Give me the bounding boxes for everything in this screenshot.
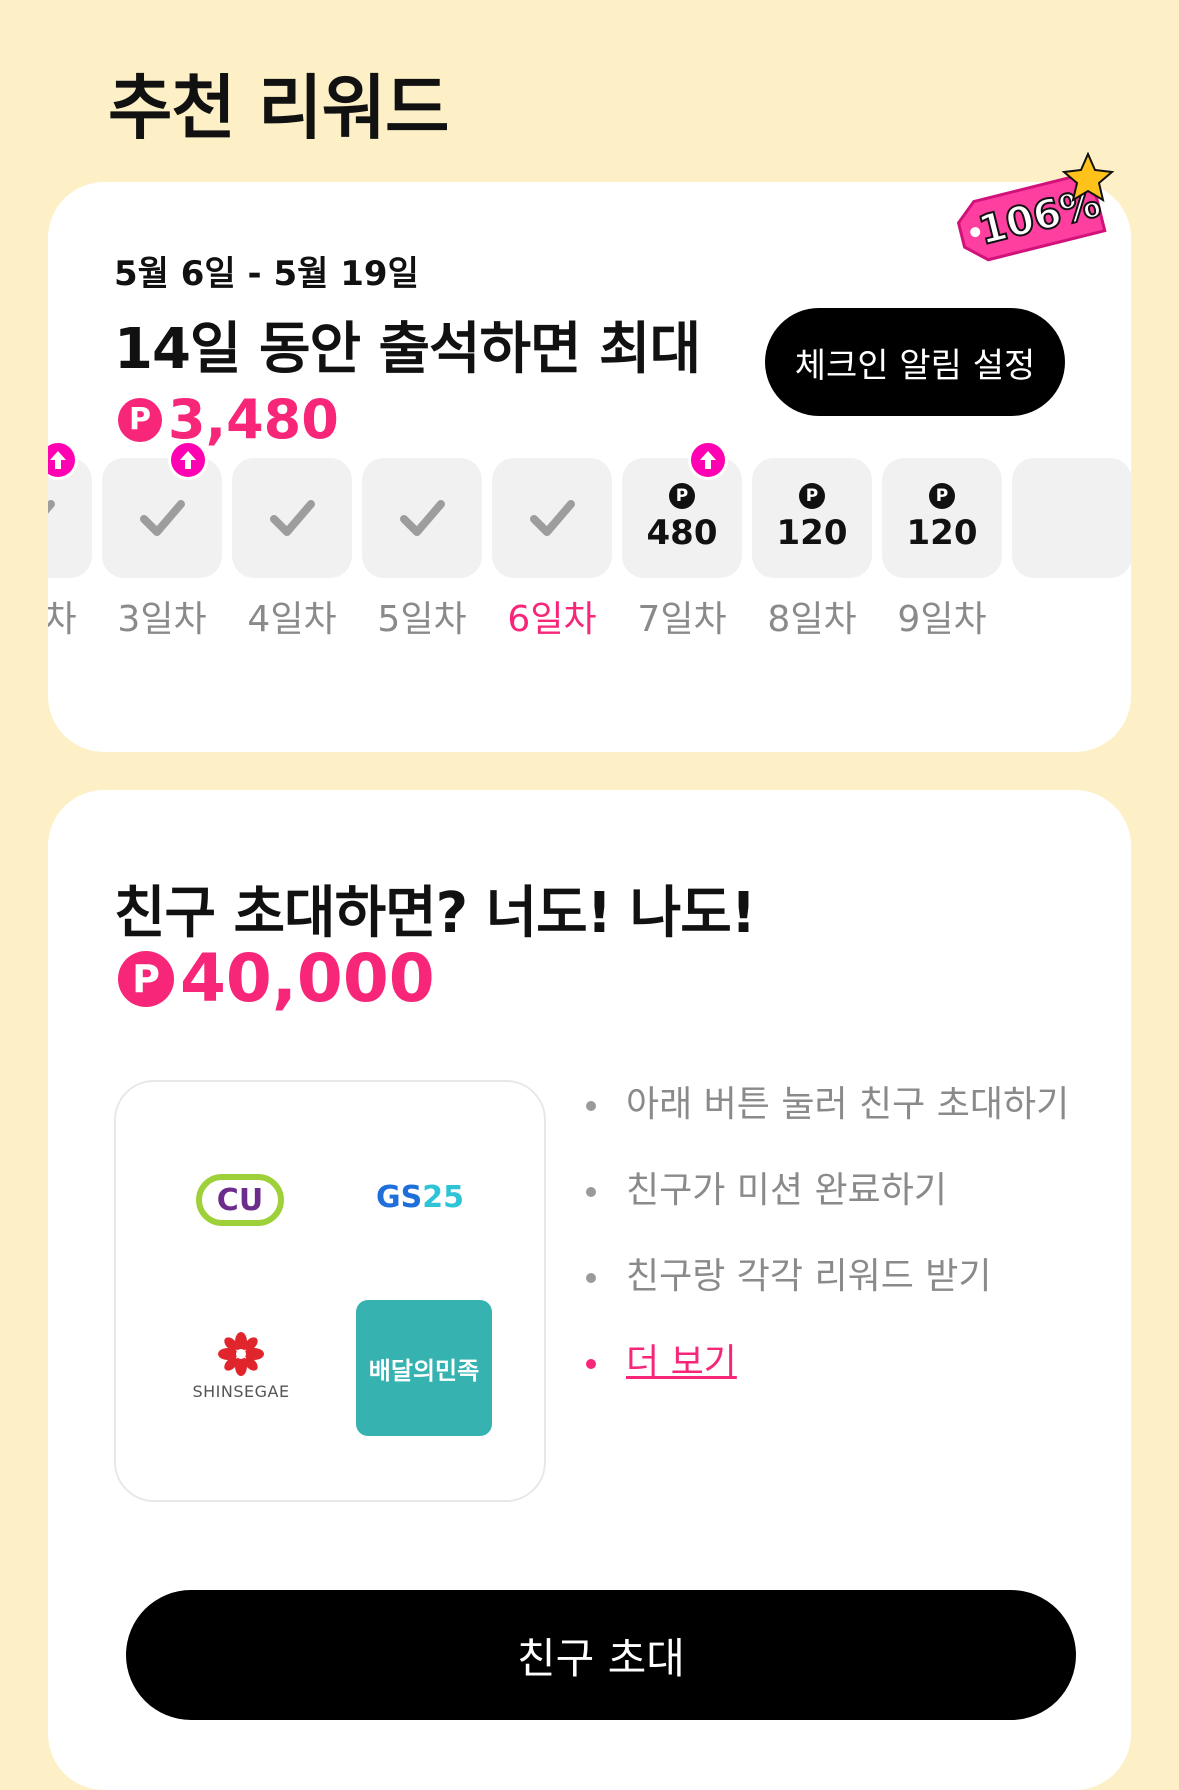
invite-amount: P 40,000 xyxy=(118,940,435,1017)
checkin-day-label: 8일차 xyxy=(767,599,857,640)
shinsegae-logo: SHINSEGAE xyxy=(186,1332,296,1401)
day-reward-amount: 480 xyxy=(646,513,718,553)
checkin-day: 6일차 xyxy=(492,458,612,640)
invite-steps: 아래 버튼 눌러 친구 초대하기 친구가 미션 완료하기 친구랑 각각 리워드 … xyxy=(568,1080,1088,1424)
point-icon: P xyxy=(669,483,695,509)
point-icon: P xyxy=(118,950,174,1007)
checkin-day-partial xyxy=(1012,458,1131,638)
checkmark-icon xyxy=(140,500,185,536)
boost-arrow-icon xyxy=(168,440,208,480)
invite-step: 친구가 미션 완료하기 xyxy=(568,1166,1088,1216)
checkmark-icon xyxy=(400,500,445,536)
shinsegae-text: SHINSEGAE xyxy=(192,1382,290,1401)
checkin-notification-button[interactable]: 체크인 알림 설정 xyxy=(765,308,1065,416)
point-icon: P xyxy=(118,397,162,442)
gs25-logo: GS 25 xyxy=(376,1180,464,1215)
checkin-day-tile xyxy=(1012,458,1131,578)
checkin-day-tile: P 120 xyxy=(752,458,872,578)
more-link[interactable]: 더 보기 xyxy=(626,1342,737,1383)
checkin-day: P 480 7일차 xyxy=(622,440,742,640)
checkmark-icon xyxy=(48,500,55,514)
checkin-day-label: 9일차 xyxy=(897,599,987,640)
checkmark-icon xyxy=(270,500,315,536)
checkin-day: 2일차 xyxy=(48,440,92,640)
partner-logos: CU GS 25 SHINSEGAE 배달의민족 xyxy=(114,1080,546,1502)
checkin-day-tile: P 480 xyxy=(622,458,742,578)
checkmark-icon xyxy=(530,500,575,536)
checkin-days-scroller[interactable]: 2일차 3일차 4일차 5일차 6일차 P 480 7일차 P 120 8일차 P 120 9일차 xyxy=(48,440,1131,640)
checkin-day: 4일차 xyxy=(232,458,352,640)
checkin-day-label: 5일차 xyxy=(377,599,467,640)
shinsegae-flower-icon xyxy=(218,1332,264,1376)
point-icon: P xyxy=(799,483,825,509)
checkin-day-label: 4일차 xyxy=(247,599,337,640)
invite-friend-button[interactable]: 친구 초대 xyxy=(126,1590,1076,1720)
percent-tag-badge: 106% xyxy=(956,151,1115,262)
checkin-day-tile xyxy=(492,458,612,578)
checkin-headline: 14일 동안 출석하면 최대 xyxy=(114,317,701,382)
cu-logo: CU xyxy=(196,1174,284,1226)
day-reward-amount: 120 xyxy=(906,513,978,553)
invite-step: 친구랑 각각 리워드 받기 xyxy=(568,1252,1088,1302)
section-title: 추천 리워드 xyxy=(108,67,449,149)
checkin-day: P 120 8일차 xyxy=(752,458,872,640)
more-item: 더 보기 xyxy=(568,1338,1088,1388)
checkin-day-label: 7일차 xyxy=(637,599,727,640)
baemin-logo: 배달의민족 xyxy=(356,1300,492,1436)
checkin-day-label: 3일차 xyxy=(117,599,207,640)
checkin-day: P 120 9일차 xyxy=(882,458,1002,640)
checkin-day-label: 2일차 xyxy=(48,599,77,640)
checkin-day-tile xyxy=(232,458,352,578)
invite-title: 친구 초대하면? 너도! 나도! xyxy=(114,881,756,946)
day-reward-amount: 120 xyxy=(776,513,848,553)
checkin-day: 3일차 xyxy=(102,440,222,640)
checkin-day-tile xyxy=(102,458,222,578)
boost-arrow-icon xyxy=(688,440,728,480)
checkin-max-amount: P 3,480 xyxy=(118,388,339,451)
point-icon: P xyxy=(929,483,955,509)
invite-step: 아래 버튼 눌러 친구 초대하기 xyxy=(568,1080,1088,1130)
invite-amount-value: 40,000 xyxy=(180,940,435,1017)
invite-card: 친구 초대하면? 너도! 나도! P 40,000 CU GS 25 SHINS… xyxy=(48,790,1131,1790)
checkin-day: 5일차 xyxy=(362,458,482,640)
checkin-day-tile: P 120 xyxy=(882,458,1002,578)
checkin-day-tile xyxy=(362,458,482,578)
checkin-day-label: 6일차 xyxy=(507,599,597,640)
date-range: 5월 6일 - 5월 19일 xyxy=(114,254,419,294)
